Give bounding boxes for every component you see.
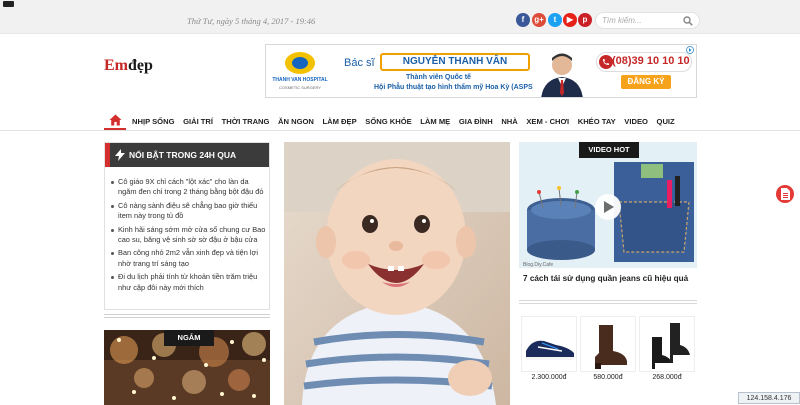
right-divider	[519, 303, 697, 304]
hot-list: Cô giáo 9X chỉ cách "lột xác" cho làn da…	[110, 177, 266, 296]
hospital-sub: COSMETIC SURGERY	[279, 85, 321, 90]
lightning-icon	[115, 149, 125, 161]
hot-item[interactable]: Cô giáo 9X chỉ cách "lột xác" cho làn da…	[110, 177, 266, 198]
hot-accent-bar	[105, 143, 110, 167]
search-icon[interactable]	[683, 16, 693, 26]
nav-kheo-tay[interactable]: KHÉO TAY	[578, 117, 616, 126]
current-date: Thứ Tư, ngày 5 tháng 4, 2017 - 19:46	[187, 16, 316, 26]
hot-item[interactable]: Kinh hãi sáng sớm mở cửa sổ chung cư Bao…	[110, 225, 266, 246]
ad-choices-icon[interactable]	[686, 46, 694, 54]
nav-giai-tri[interactable]: GIẢI TRÍ	[183, 117, 213, 126]
product-boot[interactable]	[580, 316, 636, 372]
nav-gia-dinh[interactable]: GIA ĐÌNH	[459, 117, 493, 126]
logo-dep: đẹp	[128, 57, 153, 74]
nav-nha[interactable]: NHÀ	[501, 117, 517, 126]
twitter-icon[interactable]: t	[548, 13, 562, 27]
banner-line2: Hội Phẫu thuật tạo hình thẩm mỹ Hoa Kỳ (…	[374, 84, 536, 91]
hospital-name: THANH VAN HOSPITAL	[272, 77, 328, 83]
nav-thoi-trang[interactable]: THỜI TRANG	[222, 117, 270, 126]
search-placeholder: Tìm kiếm...	[602, 16, 642, 25]
banner-line1: Thành viên Quốc tế	[406, 74, 471, 81]
nav-quiz[interactable]: QUIZ	[657, 117, 675, 126]
play-button[interactable]	[595, 194, 621, 220]
svg-text:Blog.Diy.Cafe: Blog.Diy.Cafe	[523, 262, 553, 268]
product-price: 268.000đ	[652, 374, 682, 381]
float-action-button[interactable]	[776, 185, 794, 203]
phone-icon	[599, 55, 613, 69]
boot-image	[595, 325, 627, 369]
play-icon	[604, 201, 614, 213]
home-tab[interactable]	[104, 112, 126, 131]
google-plus-icon[interactable]: g+	[532, 13, 546, 27]
nav-xem-choi[interactable]: XEM - CHƠI	[526, 117, 569, 126]
hero-image[interactable]	[284, 142, 510, 405]
hot-header: NỔI BẬT TRONG 24H QUA	[105, 143, 269, 167]
product-price: 580.000đ	[593, 374, 623, 381]
logo-em: Em	[104, 57, 128, 74]
document-icon	[781, 188, 790, 200]
nav-song-khoe[interactable]: SỐNG KHỎE	[365, 117, 411, 126]
top-bar: Thứ Tư, ngày 5 tháng 4, 2017 - 19:46 f g…	[0, 0, 800, 34]
ngam-label: NGẮM	[164, 330, 214, 346]
video-title[interactable]: 7 cách tái sử dụng quần jeans cũ hiệu qu…	[523, 274, 688, 283]
hospital-logo: THANH VAN HOSPITAL COSMETIC SURGERY	[269, 49, 331, 95]
heels-image	[652, 323, 690, 369]
left-divider	[104, 314, 270, 315]
home-icon	[109, 114, 121, 125]
corner-mark	[3, 1, 14, 7]
video-hot-label: VIDEO HOT	[579, 142, 639, 158]
product-sneaker[interactable]	[521, 316, 577, 372]
banner-prefix: Bác sĩ	[344, 57, 375, 69]
product-heels[interactable]	[639, 316, 695, 372]
hot-24h-box: NỔI BẬT TRONG 24H QUA Cô giáo 9X chỉ các…	[104, 142, 270, 310]
nav-lam-me[interactable]: LÀM MẸ	[420, 117, 450, 126]
main-nav: NHỊP SỐNG GIẢI TRÍ THỜI TRANG ĂN NGON LÀ…	[104, 111, 683, 131]
hot-title: NỔI BẬT TRONG 24H QUA	[129, 150, 237, 160]
ngam-photo[interactable]: NGẮM	[104, 330, 270, 405]
search-input[interactable]: Tìm kiếm...	[595, 12, 700, 29]
sneaker-image	[526, 340, 574, 360]
nav-an-ngon[interactable]: ĂN NGON	[278, 117, 314, 126]
right-divider	[519, 300, 697, 301]
pinterest-icon[interactable]: p	[578, 13, 592, 27]
facebook-icon[interactable]: f	[516, 13, 530, 27]
register-button[interactable]: ĐĂNG KÝ	[621, 75, 671, 89]
nav-divider	[0, 130, 800, 131]
nav-video[interactable]: VIDEO	[624, 117, 648, 126]
product-price: 2.300.000đ	[531, 374, 567, 381]
banner-doctor-name: NGUYỄN THANH VÂN	[380, 53, 530, 71]
product-strip: 2.300.000đ 580.000đ 268.000đ	[519, 316, 697, 405]
hot-item[interactable]: Đi du lịch phải tính từ khoản tiền trăm …	[110, 272, 266, 293]
hero-baby-photo	[284, 142, 510, 405]
page: Thứ Tư, ngày 5 tháng 4, 2017 - 19:46 f g…	[0, 0, 800, 405]
nav-nhip-song[interactable]: NHỊP SỐNG	[132, 117, 174, 126]
hot-item[interactable]: Ban công nhỏ 2m2 vẫn xinh đẹp và tiện lợ…	[110, 248, 266, 269]
youtube-icon[interactable]: ▶	[563, 13, 577, 27]
video-hot[interactable]: Blog.Diy.Cafe VIDEO HOT	[519, 142, 697, 268]
nav-lam-dep[interactable]: LÀM ĐẸP	[323, 117, 357, 126]
hot-item[interactable]: Cô nàng sành điệu sẽ chẳng bao giờ thiếu…	[110, 201, 266, 222]
site-logo[interactable]: Emđẹp	[104, 57, 153, 75]
ip-address-badge: 124.158.4.176	[738, 392, 800, 404]
left-divider	[104, 317, 270, 318]
banner-phone: (08)39 10 10 10	[612, 55, 690, 67]
doctor-photo	[533, 47, 591, 97]
ad-banner[interactable]: THANH VAN HOSPITAL COSMETIC SURGERY Bác …	[265, 44, 697, 98]
